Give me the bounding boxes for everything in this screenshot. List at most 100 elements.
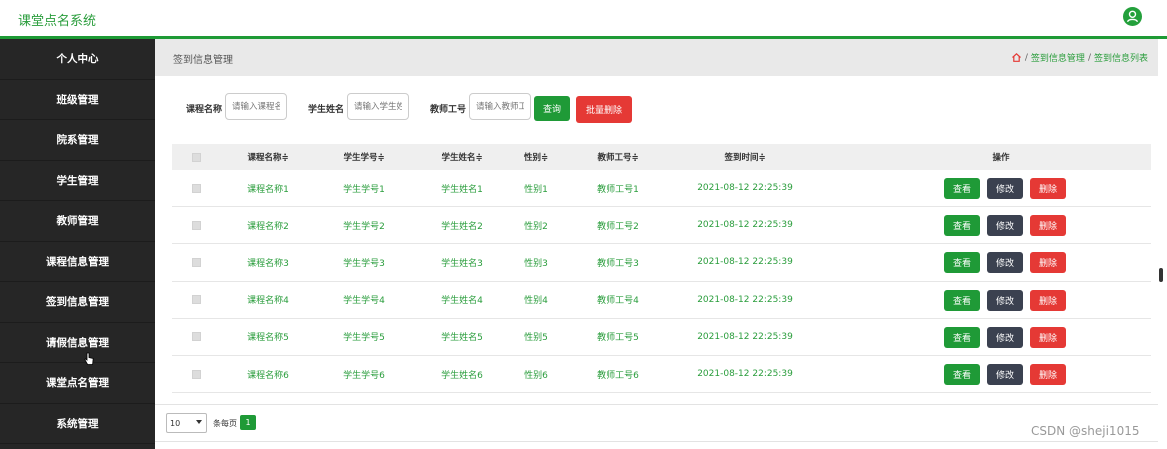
course-name-label: 课程名称 [186,105,223,115]
cell-course-name: 课程名称4 [247,296,289,307]
cell-course-name: 课程名称3 [247,258,289,269]
cell-checkin-time: 2021-08-12 22:25:39 [697,257,793,268]
sidebar-item-student-management[interactable]: 学生管理 [0,161,155,201]
page-size-value: 10 [170,418,181,428]
sidebar-item-class-management[interactable]: 班级管理 [0,80,155,120]
delete-button[interactable]: 删除 [1030,215,1066,237]
table-row: 课程名称3 学生学号3 学生姓名3 性别3 教师工号3 2021-08-12 2… [172,244,1151,282]
pagination: 10 条每页 1 [155,404,1158,442]
cell-student-name: 学生姓名5 [441,333,483,344]
edit-button[interactable]: 修改 [987,252,1023,274]
batch-delete-button[interactable]: 批量删除 [576,96,632,123]
edit-button[interactable]: 修改 [987,289,1023,311]
cell-checkin-time: 2021-08-12 22:25:39 [697,294,793,305]
view-button[interactable]: 查看 [944,363,980,385]
sidebar-item-leave-info[interactable]: 请假信息管理 [0,323,155,363]
col-course-name[interactable]: 课程名称≑ [228,144,308,170]
sidebar-item-checkin-info[interactable]: 签到信息管理 [0,282,155,323]
sidebar-item-course-info[interactable]: 课程信息管理 [0,242,155,282]
breadcrumb-item-checkin[interactable]: 签到信息管理 [1031,51,1085,64]
cell-student-id: 学生学号5 [343,333,385,344]
chevron-down-icon [196,420,202,424]
cell-checkin-time: 2021-08-12 22:25:39 [697,331,793,342]
breadcrumb-bar: 签到信息管理 / 签到信息管理 / 签到信息列表 [155,39,1158,76]
cell-student-id: 学生学号2 [343,221,385,232]
checkin-table: 课程名称≑ 学生学号≑ 学生姓名≑ 性别≑ 教师工号≑ 签到时间≑ 操作 课程名… [172,144,1151,394]
page-size-select[interactable]: 10 [166,413,207,433]
cell-student-id: 学生学号4 [343,296,385,307]
row-checkbox[interactable] [188,356,204,392]
row-checkbox[interactable] [188,282,204,318]
page-title: 签到信息管理 [173,55,233,66]
cell-checkin-time: 2021-08-12 22:25:39 [697,183,793,194]
col-teacher-id[interactable]: 教师工号≑ [578,144,658,170]
course-name-input[interactable] [225,93,287,120]
col-student-id[interactable]: 学生学号≑ [324,144,404,170]
sidebar: 个人中心 班级管理 院系管理 学生管理 教师管理 课程信息管理 签到信息管理 请… [0,39,155,449]
cell-gender: 性别5 [524,333,548,344]
cell-teacher-id: 教师工号2 [597,221,639,232]
page-number-button[interactable]: 1 [240,415,256,430]
cell-student-id: 学生学号3 [343,258,385,269]
cell-checkin-time: 2021-08-12 22:25:39 [697,369,793,380]
teacher-id-input[interactable] [469,93,531,120]
edit-button[interactable]: 修改 [987,178,1023,199]
delete-button[interactable]: 删除 [1030,326,1066,348]
cell-student-name: 学生姓名4 [441,296,483,307]
top-bar: 课堂点名系统 [0,0,1167,36]
cell-teacher-id: 教师工号3 [597,258,639,269]
col-student-name[interactable]: 学生姓名≑ [422,144,502,170]
table-row: 课程名称2 学生学号2 学生姓名2 性别2 教师工号2 2021-08-12 2… [172,207,1151,245]
query-button[interactable]: 查询 [534,96,570,121]
select-all-checkbox[interactable] [188,144,204,170]
cell-teacher-id: 教师工号6 [597,370,639,381]
breadcrumb: / 签到信息管理 / 签到信息列表 [1011,51,1148,64]
col-gender[interactable]: 性别≑ [496,144,576,170]
view-button[interactable]: 查看 [944,215,980,237]
table-row: 课程名称6 学生学号6 学生姓名6 性别6 教师工号6 2021-08-12 2… [172,356,1151,394]
cell-student-name: 学生姓名2 [441,221,483,232]
view-button[interactable]: 查看 [944,289,980,311]
cell-gender: 性别6 [524,370,548,381]
app-title: 课堂点名系统 [18,14,97,29]
delete-button[interactable]: 删除 [1030,363,1066,385]
view-button[interactable]: 查看 [944,178,980,199]
cell-checkin-time: 2021-08-12 22:25:39 [697,220,793,231]
scrollbar-thumb[interactable] [1159,268,1163,282]
cell-teacher-id: 教师工号4 [597,296,639,307]
col-checkin-time[interactable]: 签到时间≑ [680,144,810,170]
cell-gender: 性别4 [524,296,548,307]
cell-course-name: 课程名称6 [247,370,289,381]
sidebar-item-personal-center[interactable]: 个人中心 [0,39,155,80]
breadcrumb-separator: / [1087,52,1091,63]
delete-button[interactable]: 删除 [1030,289,1066,311]
row-checkbox[interactable] [188,244,204,280]
view-button[interactable]: 查看 [944,252,980,274]
watermark: CSDN @sheji1015 [1031,424,1140,438]
cell-gender: 性别3 [524,258,548,269]
edit-button[interactable]: 修改 [987,363,1023,385]
col-actions: 操作 [992,153,1010,163]
row-checkbox[interactable] [188,319,204,355]
row-checkbox[interactable] [188,170,204,206]
delete-button[interactable]: 删除 [1030,252,1066,274]
student-name-label: 学生姓名 [308,105,345,115]
breadcrumb-item-list: 签到信息列表 [1093,54,1148,64]
view-button[interactable]: 查看 [944,326,980,348]
sidebar-item-system[interactable]: 系统管理 [0,404,155,444]
delete-button[interactable]: 删除 [1030,178,1066,199]
cell-teacher-id: 教师工号5 [597,333,639,344]
cell-student-id: 学生学号1 [343,184,385,195]
edit-button[interactable]: 修改 [987,326,1023,348]
row-checkbox[interactable] [188,207,204,243]
sidebar-item-rollcall[interactable]: 课堂点名管理 [0,363,155,404]
table-row: 课程名称4 学生学号4 学生姓名4 性别4 教师工号4 2021-08-12 2… [172,282,1151,319]
sidebar-item-teacher-management[interactable]: 教师管理 [0,201,155,242]
home-icon[interactable] [1011,52,1022,63]
cell-student-name: 学生姓名3 [441,258,483,269]
hand-cursor-icon [84,352,94,369]
sidebar-item-department-management[interactable]: 院系管理 [0,120,155,161]
student-name-input[interactable] [347,93,409,120]
edit-button[interactable]: 修改 [987,215,1023,237]
user-avatar-icon[interactable] [1123,7,1142,26]
